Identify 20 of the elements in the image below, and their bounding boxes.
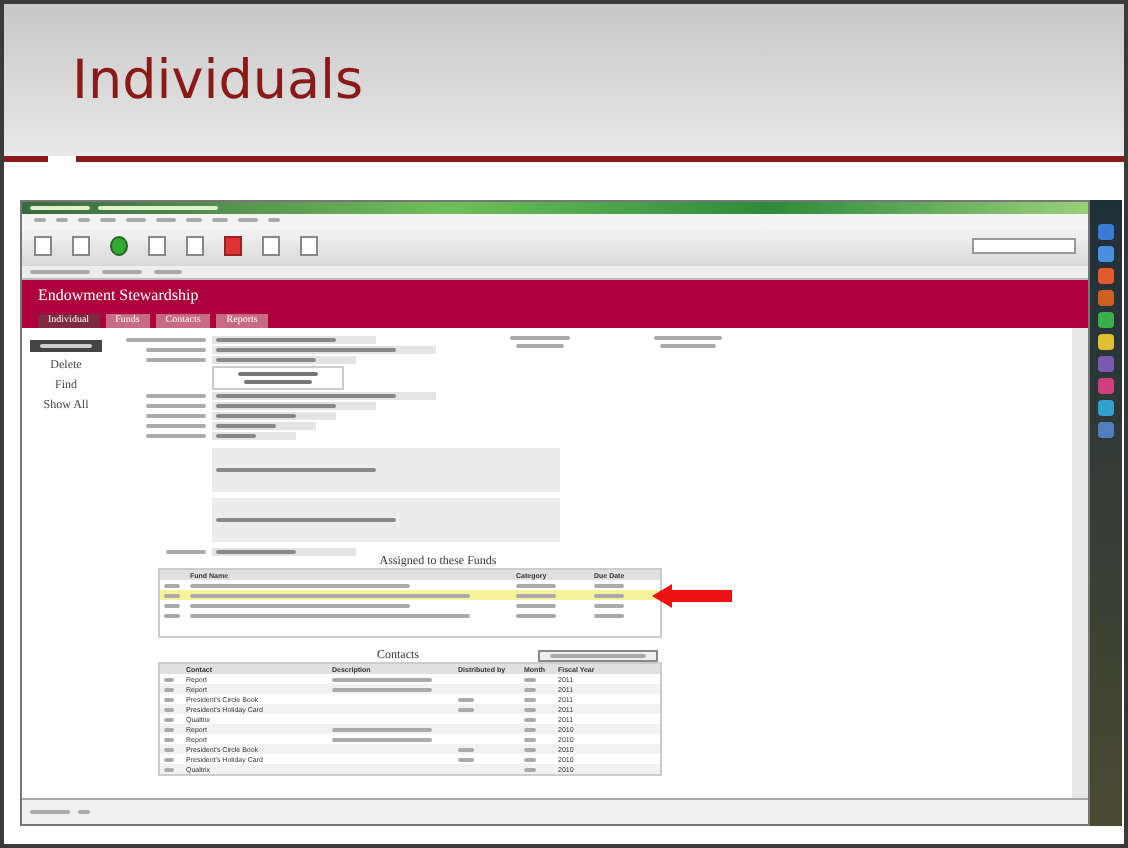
input-field[interactable] [212,412,336,420]
table-row[interactable] [160,590,660,600]
input-field[interactable] [212,402,376,410]
search-field[interactable] [972,238,1076,254]
add-button[interactable] [30,340,102,352]
arrow-icon [652,584,732,608]
input-field[interactable] [212,346,436,354]
input-field[interactable] [212,392,436,400]
input-field[interactable] [212,432,296,440]
input-field[interactable] [212,422,316,430]
input-field[interactable] [212,548,356,556]
notes-field[interactable] [212,498,560,542]
address-field[interactable] [212,366,344,390]
slide-title: Individuals [72,49,364,111]
input-field[interactable] [212,356,356,364]
status-dot-icon [110,236,128,256]
banner-title: Endowment Stewardship [38,286,201,304]
input-field[interactable] [212,336,376,344]
add-contact-button[interactable] [538,650,658,662]
notes-field[interactable] [212,448,560,492]
